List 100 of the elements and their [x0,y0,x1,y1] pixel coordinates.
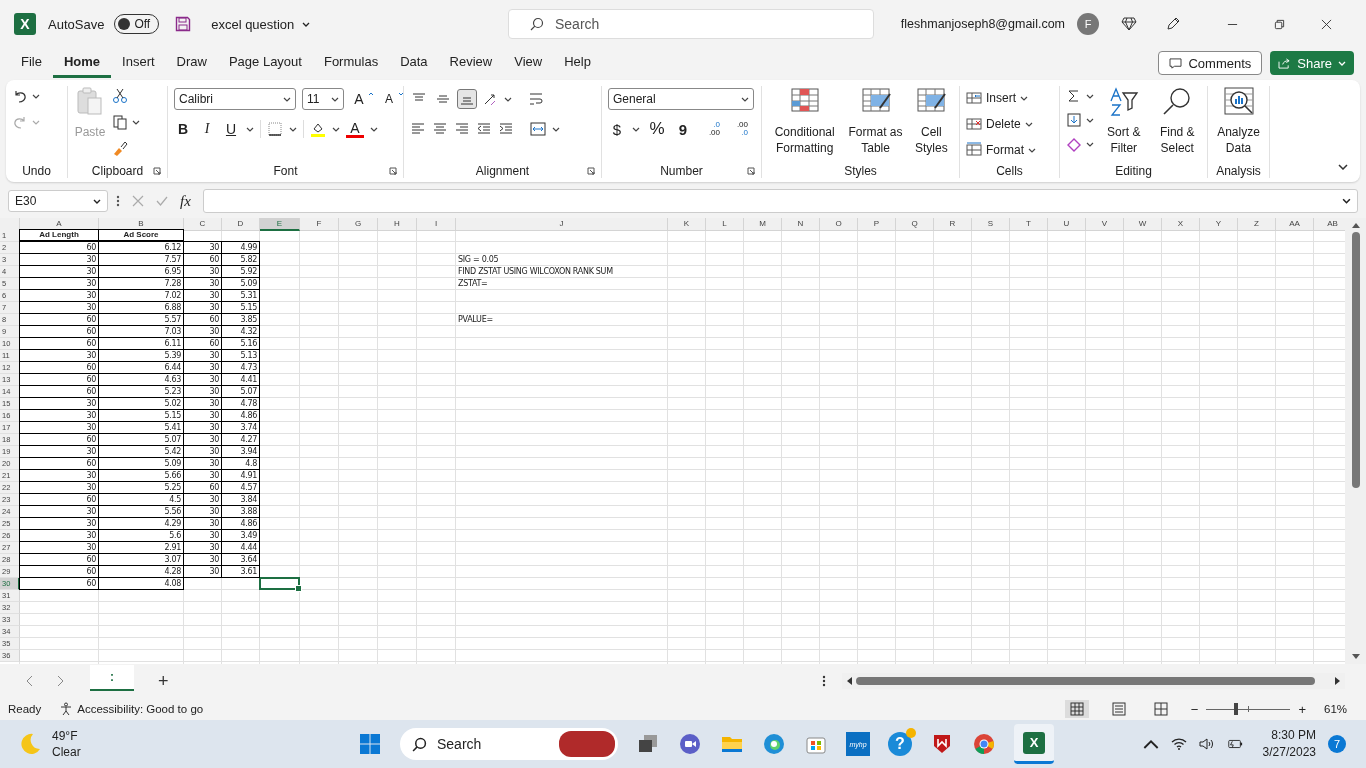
ribbon-tab[interactable]: Help [553,48,602,78]
column-header[interactable]: Y [1200,218,1238,231]
chat-icon[interactable] [678,732,702,756]
undo-icon[interactable] [12,88,28,104]
column-header[interactable]: J [456,218,668,231]
format-cells-icon[interactable] [966,142,982,158]
column-header[interactable]: N [782,218,820,231]
dialog-launcher-icon[interactable] [153,167,161,175]
excel-taskbar-button[interactable]: X [1014,724,1054,764]
dialog-launcher-icon[interactable] [587,167,595,175]
caret-icon[interactable] [370,126,378,132]
font-size-dropdown[interactable]: 11 [302,88,344,110]
caret-icon[interactable] [32,93,40,99]
delete-cells-icon[interactable] [966,116,982,132]
borders-icon[interactable] [267,121,283,137]
vertical-align-icon[interactable] [458,90,476,108]
editing-button[interactable]: Find & Select [1153,124,1201,156]
save-icon[interactable] [175,16,192,32]
styles-button[interactable]: Format as Table [847,124,904,156]
chrome-icon[interactable] [972,732,996,756]
align-left-icon[interactable] [410,121,426,137]
comments-button[interactable]: Comments [1158,51,1263,75]
zoom-out-button[interactable]: − [1190,701,1199,717]
caret-icon[interactable] [132,119,140,125]
temperature[interactable]: 49°F [52,728,81,744]
caret-icon[interactable] [246,126,254,132]
decrease-indent-icon[interactable] [476,121,492,137]
scroll-up-icon[interactable] [1351,222,1360,228]
ribbon-tab[interactable]: View [503,48,554,78]
zoom-percent[interactable]: 61% [1324,703,1358,715]
column-header[interactable]: AB [1314,218,1345,231]
scissors-icon[interactable] [112,88,128,104]
pen-icon[interactable] [1165,16,1181,32]
copy-icon[interactable] [112,114,128,130]
column-header[interactable]: L [706,218,744,231]
column-header[interactable]: R [934,218,972,231]
column-header[interactable]: U [1048,218,1086,231]
orientation-icon[interactable] [482,91,498,107]
accessibility-status[interactable]: Accessibility: Good to go [77,703,204,715]
paintbrush-icon[interactable] [112,140,128,156]
column-header[interactable]: K [668,218,706,231]
insert-function-button[interactable]: fx [176,192,195,210]
column-header[interactable]: C [184,218,222,231]
column-header[interactable]: I [417,218,456,231]
ribbon-tab[interactable]: Insert [111,48,166,78]
close-icon[interactable] [1321,18,1332,30]
document-title-button[interactable]: excel question [211,16,295,32]
caret-icon[interactable] [632,126,640,132]
caret-icon[interactable] [1086,93,1094,99]
ribbon-tab[interactable]: Review [438,48,504,78]
browser-icon[interactable] [762,732,786,756]
speaker-icon[interactable] [1198,738,1215,750]
ribbon-tab[interactable]: Draw [165,48,218,78]
restore-icon[interactable] [1274,18,1285,30]
underline-button[interactable]: U [222,121,240,137]
search-field[interactable]: Search [508,9,874,39]
wifi-icon[interactable] [1170,738,1187,750]
windows-start-icon[interactable] [358,732,382,756]
percent-button[interactable]: % [646,119,668,139]
chevron-up-icon[interactable] [1142,738,1159,750]
battery-icon[interactable] [1226,738,1243,750]
wrap-text-icon[interactable] [528,91,544,107]
editing-button[interactable]: Sort & Filter [1100,124,1148,156]
font-family-dropdown[interactable]: Calibri [174,88,296,110]
increase-indent-icon[interactable] [498,121,514,137]
column-header[interactable]: H [378,218,417,231]
increase-decimal-button[interactable]: .0 .00 [698,121,720,137]
name-box[interactable]: E30 [8,190,108,212]
scroll-thumb[interactable] [1351,232,1360,488]
cells-menu-button[interactable]: Delete [986,117,1021,131]
cells-menu-button[interactable]: Format [986,143,1024,157]
eraser-icon[interactable] [1066,136,1082,152]
analyze-data-button[interactable]: Analyze Data [1214,124,1263,156]
collapse-ribbon-icon[interactable] [1338,164,1348,170]
decrease-font-size-button[interactable]: A [380,92,398,106]
column-header[interactable]: S [972,218,1010,231]
column-header[interactable]: O [820,218,858,231]
scroll-down-icon[interactable] [1351,654,1360,660]
next-sheet-icon[interactable] [56,675,64,687]
dialog-launcher-icon[interactable] [389,167,397,175]
comma-style-button[interactable]: 9 [674,120,692,138]
expand-icon[interactable] [1342,198,1351,204]
decrease-decimal-button[interactable]: .00 .0 [726,121,748,137]
cells-menu-button[interactable]: Insert [986,91,1016,105]
column-header[interactable]: Z [1238,218,1276,231]
column-header[interactable]: X [1162,218,1200,231]
add-sheet-button[interactable]: + [158,670,169,692]
column-header[interactable]: T [1010,218,1048,231]
number-format-dropdown[interactable]: General [608,88,754,110]
font-color-button[interactable]: A [346,120,364,138]
column-header[interactable]: V [1086,218,1124,231]
share-button[interactable]: Share [1270,51,1354,75]
sort-filter-icon[interactable] [1107,86,1140,118]
ribbon-tab[interactable]: Page Layout [217,48,313,78]
scroll-right-icon[interactable] [1335,677,1341,685]
increase-font-size-button[interactable]: A [350,91,368,107]
merge-cells-icon[interactable] [530,121,546,137]
ribbon-tab[interactable]: File [10,48,53,78]
weather-condition[interactable]: Clear [52,744,81,760]
insert-cells-icon[interactable] [966,90,982,106]
